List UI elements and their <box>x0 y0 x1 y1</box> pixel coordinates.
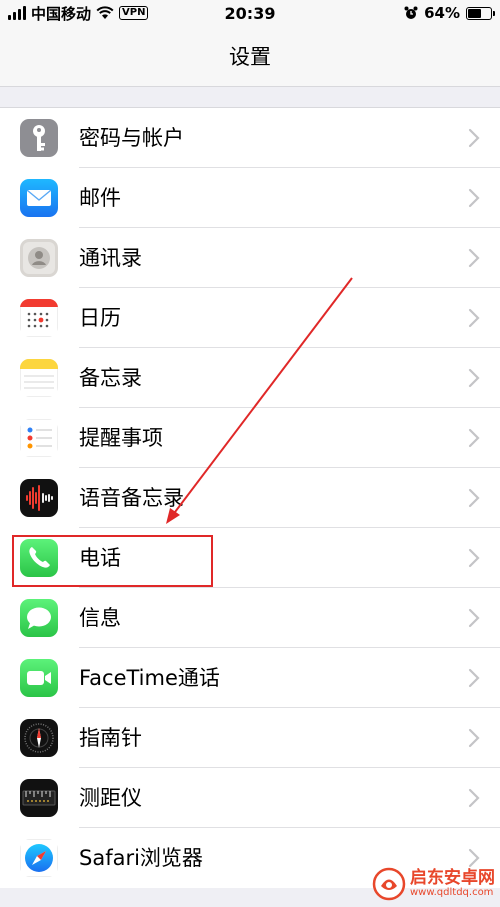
settings-item-label: 日历 <box>79 306 121 330</box>
status-right: 64% <box>404 4 500 22</box>
settings-item-label: 邮件 <box>79 186 121 210</box>
settings-item-label: 信息 <box>79 606 121 630</box>
page-title: 设置 <box>229 45 271 69</box>
chevron-right-icon <box>468 368 480 388</box>
compass-icon <box>20 719 58 757</box>
settings-item-label: 通讯录 <box>79 246 142 270</box>
chevron-right-icon <box>468 428 480 448</box>
facetime-icon <box>20 659 58 697</box>
status-bar: 中国移动 VPN 20:39 64% <box>0 0 500 26</box>
highlight-box <box>12 535 213 587</box>
settings-item-reminders[interactable]: 提醒事项 <box>0 408 500 468</box>
settings-item-mail[interactable]: 邮件 <box>0 168 500 228</box>
settings-item-label: 语音备忘录 <box>79 486 184 510</box>
settings-item-voice-memos[interactable]: 语音备忘录 <box>0 468 500 528</box>
watermark-logo-icon <box>372 867 406 900</box>
signal-icon <box>8 6 26 20</box>
wifi-icon <box>96 6 114 19</box>
settings-item-label: 提醒事项 <box>79 426 163 450</box>
safari-icon <box>20 839 58 877</box>
carrier-name: 中国移动 <box>31 4 92 23</box>
settings-item-label: 密码与帐户 <box>79 126 184 150</box>
mail-icon <box>20 179 58 217</box>
chevron-right-icon <box>468 188 480 208</box>
settings-item-contacts[interactable]: 通讯录 <box>0 228 500 288</box>
status-left: 中国移动 VPN <box>0 3 149 24</box>
settings-item-label: 指南针 <box>79 726 142 750</box>
key-icon <box>20 119 58 157</box>
settings-item-compass[interactable]: 指南针 <box>0 708 500 768</box>
chevron-right-icon <box>468 248 480 268</box>
settings-item-calendar[interactable]: 日历 <box>0 288 500 348</box>
contacts-icon <box>20 239 58 277</box>
chevron-right-icon <box>468 728 480 748</box>
chevron-right-icon <box>468 548 480 568</box>
chevron-right-icon <box>468 788 480 808</box>
measure-icon <box>20 779 58 817</box>
watermark-name: 启东安卓网 <box>410 867 495 888</box>
settings-item-label: FaceTime通话 <box>79 666 220 690</box>
chevron-right-icon <box>468 128 480 148</box>
chevron-right-icon <box>468 488 480 508</box>
settings-item-messages[interactable]: 信息 <box>0 588 500 648</box>
settings-item-notes[interactable]: 备忘录 <box>0 348 500 408</box>
chevron-right-icon <box>468 608 480 628</box>
settings-item-measure[interactable]: 测距仪 <box>0 768 500 828</box>
battery-icon <box>466 6 495 20</box>
reminders-icon <box>20 419 58 457</box>
battery-percent: 64% <box>424 4 460 22</box>
chevron-right-icon <box>468 308 480 328</box>
voice-memos-icon <box>20 479 58 517</box>
chevron-right-icon <box>468 668 480 688</box>
notes-icon <box>20 359 58 397</box>
watermark-url: www.qdltdq.com <box>410 887 494 899</box>
settings-item-label: 备忘录 <box>79 366 142 390</box>
navigation-bar: 设置 <box>0 26 500 87</box>
settings-list: 密码与帐户 邮件 通讯录 日历 备忘录 提醒事项 语音备忘录 电话 信息 Fac… <box>0 107 500 888</box>
messages-icon <box>20 599 58 637</box>
settings-item-label: Safari浏览器 <box>79 846 203 870</box>
calendar-icon <box>20 299 58 337</box>
watermark: 启东安卓网 www.qdltdq.com <box>372 860 500 907</box>
settings-item-facetime[interactable]: FaceTime通话 <box>0 648 500 708</box>
settings-item-passwords[interactable]: 密码与帐户 <box>0 108 500 168</box>
vpn-badge: VPN <box>119 6 149 20</box>
settings-item-label: 测距仪 <box>79 786 142 810</box>
alarm-icon <box>404 6 418 19</box>
